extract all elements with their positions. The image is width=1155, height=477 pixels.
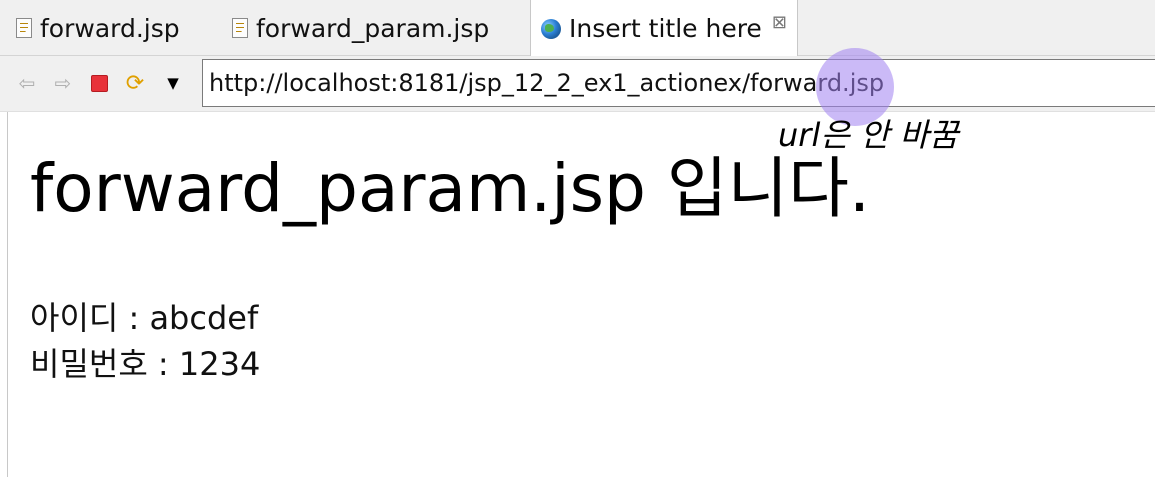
tab-insert-title-here[interactable]: Insert title here ⊠ (530, 0, 798, 57)
browser-toolbar: ⇦ ⇨ ⟳ ▼ http://localhost:8181/jsp_12_2_e… (0, 56, 1155, 112)
stop-icon[interactable] (86, 70, 112, 96)
tab-label: Insert title here (569, 14, 762, 43)
globe-icon (541, 18, 561, 39)
annotation-note: url은 안 바꿈 (778, 116, 959, 154)
jsp-file-icon (16, 18, 32, 38)
tab-label: forward_param.jsp (256, 13, 490, 43)
id-line: 아이디 : abcdef (30, 299, 259, 337)
url-text: http://localhost:8181/jsp_12_2_ex1_actio… (209, 69, 885, 97)
password-line: 비밀번호 : 1234 (30, 345, 261, 383)
back-arrow-icon[interactable]: ⇦ (14, 70, 40, 96)
tab-forward-param-jsp[interactable]: forward_param.jsp (232, 0, 522, 56)
editor-tab-strip: forward.jsp forward_param.jsp Insert tit… (0, 0, 1155, 57)
forward-arrow-icon[interactable]: ⇨ (50, 70, 76, 96)
page-content: forward_param.jsp 입니다. 아이디 : abcdef 비밀번호… (0, 112, 1155, 477)
tab-label: forward.jsp (40, 13, 180, 43)
refresh-icon[interactable]: ⟳ (122, 70, 148, 96)
jsp-file-icon (232, 18, 248, 38)
dropdown-icon[interactable]: ▼ (160, 70, 186, 96)
url-input[interactable]: http://localhost:8181/jsp_12_2_ex1_actio… (202, 59, 1155, 107)
browser-window: forward.jsp forward_param.jsp Insert tit… (0, 0, 1155, 477)
page-heading: forward_param.jsp 입니다. (30, 150, 870, 227)
tab-forward-jsp[interactable]: forward.jsp (16, 0, 216, 56)
close-icon[interactable]: ⊠ (772, 12, 787, 33)
